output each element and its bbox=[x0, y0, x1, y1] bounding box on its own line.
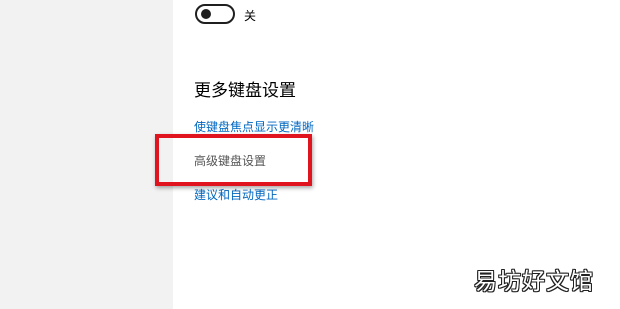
section-heading-more-keyboard-settings: 更多键盘设置 bbox=[194, 81, 296, 101]
toggle-knob bbox=[201, 9, 211, 19]
link-advanced-keyboard-settings[interactable]: 高级键盘设置 bbox=[194, 152, 266, 169]
toggle-switch[interactable] bbox=[195, 4, 235, 24]
sidebar-pane bbox=[0, 0, 173, 309]
settings-window: 关 更多键盘设置 使键盘焦点显示更清晰 高级键盘设置 建议和自动更正 易坊好文馆 bbox=[0, 0, 620, 309]
link-suggestions-autocorrect[interactable]: 建议和自动更正 bbox=[194, 186, 278, 203]
watermark-text: 易坊好文馆 bbox=[474, 269, 594, 295]
link-keyboard-focus-clearer[interactable]: 使键盘焦点显示更清晰 bbox=[194, 118, 314, 135]
toggle-state-label: 关 bbox=[244, 9, 257, 23]
